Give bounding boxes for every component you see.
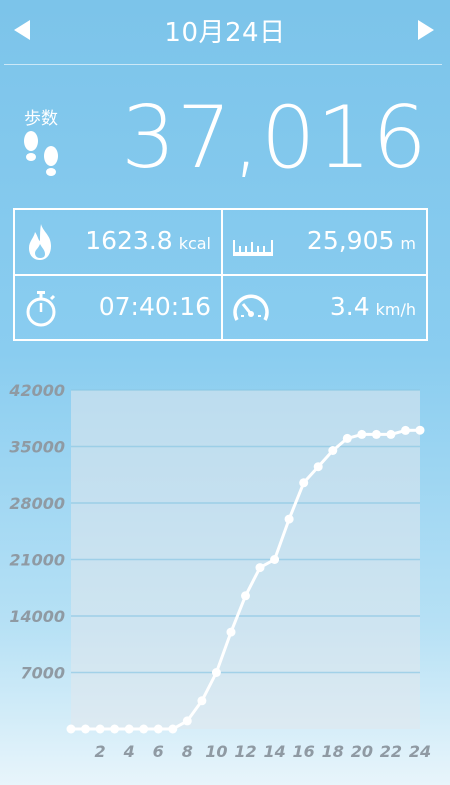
calories-text: 1623.8 kcal	[85, 226, 211, 255]
data-point	[342, 433, 352, 443]
x-tick-label: 20	[351, 742, 373, 761]
footprints-icon	[24, 131, 58, 176]
x-tick-label: 8	[182, 742, 193, 761]
x-tick-label: 24	[409, 742, 431, 761]
x-tick-label: 22	[380, 742, 402, 761]
data-point	[81, 724, 90, 734]
x-tick-label: 14	[263, 742, 285, 761]
y-tick-label: 35000	[9, 438, 65, 457]
calories-stat: 1623.8 kcal	[15, 210, 221, 274]
next-day-icon[interactable]	[418, 20, 434, 40]
data-point	[226, 627, 236, 637]
data-point	[168, 724, 178, 734]
data-point	[124, 724, 134, 734]
flame-icon	[29, 224, 51, 260]
data-point	[299, 478, 309, 488]
data-point	[241, 591, 250, 601]
stopwatch-icon	[26, 291, 56, 327]
steps-chart: 7000 14000 21000 28000 35000 42000 2 4 6 8 10 12 14 1…	[0, 372, 450, 785]
data-point	[197, 696, 207, 706]
speedometer-icon	[233, 294, 269, 321]
date-title: 10月24日	[164, 18, 286, 48]
speed-unit: km/h	[375, 300, 416, 319]
data-point	[153, 724, 163, 734]
x-tick-label: 18	[322, 742, 344, 761]
data-point	[386, 429, 396, 439]
header-divider	[4, 64, 442, 65]
calories-unit: kcal	[178, 234, 211, 253]
y-tick-label: 14000	[9, 607, 65, 626]
x-tick-label: 12	[234, 742, 256, 761]
x-tick-label: 16	[293, 742, 315, 761]
data-point	[255, 563, 265, 573]
speed-value: 3.4	[329, 292, 370, 321]
data-point	[110, 724, 120, 734]
data-point	[357, 429, 367, 439]
duration-stat: 07:40:16	[15, 276, 221, 340]
data-point	[415, 425, 425, 435]
y-tick-label: 28000	[9, 494, 65, 513]
ruler-icon	[233, 240, 273, 256]
distance-unit: m	[400, 234, 416, 253]
speed-text: 3.4 km/h	[330, 292, 416, 321]
y-tick-label: 7000	[20, 664, 65, 683]
data-point	[401, 425, 410, 435]
data-point	[139, 724, 149, 734]
steps-label: 歩数	[24, 109, 58, 129]
data-point	[328, 446, 338, 455]
steps-chart-svg: 700014000210002800035000420002 4 6 8 10 12 14 1…	[8, 381, 431, 761]
calories-value: 1623.8	[85, 226, 173, 255]
steps-count: 37,016	[121, 88, 428, 188]
date-header: 10月24日	[0, 0, 450, 65]
data-point	[182, 716, 192, 726]
x-tick-label: 4	[123, 742, 135, 761]
data-point	[313, 462, 323, 472]
duration-value: 07:40:16	[98, 292, 211, 321]
data-point	[371, 429, 381, 439]
duration-text: 07:40:16	[99, 292, 211, 321]
speed-stat: 3.4 km/h	[223, 276, 426, 340]
x-tick-label: 10	[205, 742, 227, 761]
x-tick-label: 6	[153, 742, 164, 761]
data-point	[66, 724, 76, 734]
data-point	[95, 724, 105, 734]
x-tick-label: 2	[95, 742, 106, 761]
data-point	[211, 668, 221, 677]
distance-text: 25,905 m	[307, 226, 416, 255]
distance-value: 25,905	[306, 226, 395, 255]
y-tick-label: 21000	[9, 551, 65, 570]
data-point	[284, 514, 294, 524]
data-point	[270, 555, 280, 564]
stats-grid: 1623.8 kcal 25,905 m 07:40:16 3.4 km/h	[13, 208, 428, 341]
distance-stat: 25,905 m	[223, 210, 426, 274]
y-tick-label: 42000	[8, 381, 65, 400]
